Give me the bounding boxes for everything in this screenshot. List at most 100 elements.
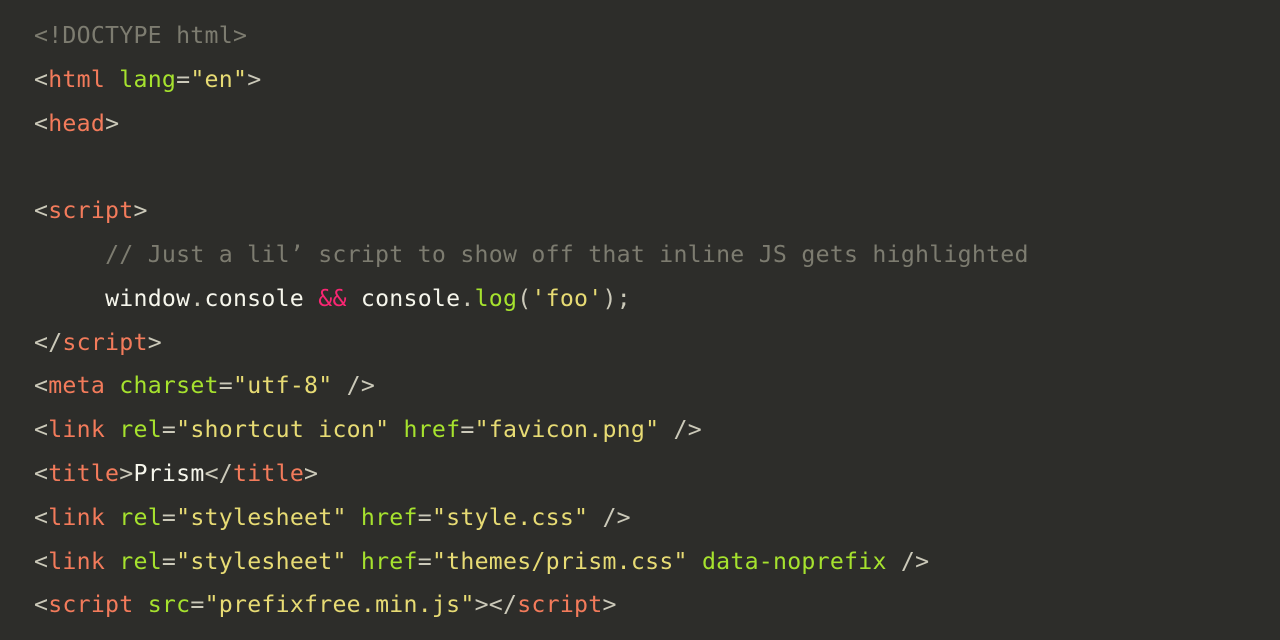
code-token: data-noprefix [702, 548, 887, 575]
code-token: window [105, 285, 190, 312]
code-line: window.console && console.log('foo'); [34, 285, 631, 312]
code-token: < [34, 416, 48, 443]
code-token: < [34, 66, 48, 93]
code-token: > [105, 110, 119, 137]
code-token: = [418, 548, 432, 575]
code-line: <script> [34, 197, 148, 224]
code-token: = [460, 416, 474, 443]
code-token: href [361, 504, 418, 531]
code-token: > [602, 591, 616, 618]
code-snippet: <!DOCTYPE html> <html lang="en"> <head> … [0, 0, 1280, 627]
code-token [105, 66, 119, 93]
code-token: /> [332, 372, 375, 399]
code-token [389, 416, 403, 443]
code-token: = [162, 416, 176, 443]
code-token: href [361, 548, 418, 575]
code-token: script [62, 329, 147, 356]
code-token [133, 591, 147, 618]
code-token: rel [119, 548, 162, 575]
code-token: = [418, 504, 432, 531]
code-token: // Just a lil’ script to show off that i… [105, 241, 1029, 268]
code-token [34, 285, 105, 312]
code-token: title [233, 460, 304, 487]
code-line: <html lang="en"> [34, 66, 261, 93]
code-token: head [48, 110, 105, 137]
code-token: > [247, 66, 261, 93]
code-token: = [176, 66, 190, 93]
code-token [105, 504, 119, 531]
code-token: /> [659, 416, 702, 443]
code-token: && [318, 285, 346, 312]
code-token: ></ [475, 591, 518, 618]
code-token: > [119, 460, 133, 487]
code-line: </script> [34, 329, 162, 356]
code-token: = [162, 548, 176, 575]
code-token: link [48, 548, 105, 575]
code-token: < [34, 372, 48, 399]
code-token [34, 241, 105, 268]
code-line: <head> [34, 110, 119, 137]
code-line: <link rel="shortcut icon" href="favicon.… [34, 416, 702, 443]
code-token [105, 372, 119, 399]
code-token: </ [205, 460, 233, 487]
code-token: > [133, 197, 147, 224]
code-token: rel [119, 504, 162, 531]
code-token [105, 548, 119, 575]
code-token: < [34, 591, 48, 618]
code-token: script [48, 197, 133, 224]
code-token: ( [517, 285, 531, 312]
code-token: "utf-8" [233, 372, 332, 399]
code-line: <title>Prism</title> [34, 460, 318, 487]
code-token [688, 548, 702, 575]
code-token: log [475, 285, 518, 312]
code-token: link [48, 504, 105, 531]
code-token: link [48, 416, 105, 443]
code-token: "stylesheet" [176, 548, 347, 575]
code-token [347, 504, 361, 531]
code-token: <!DOCTYPE html> [34, 22, 247, 49]
code-token: > [148, 329, 162, 356]
code-token: console [205, 285, 319, 312]
code-token: = [162, 504, 176, 531]
code-token: "prefixfree.min.js" [205, 591, 475, 618]
code-line: <!DOCTYPE html> [34, 22, 247, 49]
code-token: html [48, 66, 105, 93]
code-token: < [34, 110, 48, 137]
code-token: < [34, 504, 48, 531]
code-token: 'foo' [531, 285, 602, 312]
code-line: <meta charset="utf-8" /> [34, 372, 375, 399]
code-token: meta [48, 372, 105, 399]
code-token: < [34, 197, 48, 224]
code-token: /> [588, 504, 631, 531]
code-token: script [48, 591, 133, 618]
code-token: lang [119, 66, 176, 93]
code-token: "style.css" [432, 504, 588, 531]
code-token: </ [34, 329, 62, 356]
code-token: Prism [134, 460, 205, 487]
code-token: src [148, 591, 191, 618]
code-token: = [190, 591, 204, 618]
code-token: href [404, 416, 461, 443]
code-token: . [460, 285, 474, 312]
code-token: console [347, 285, 461, 312]
code-token: "favicon.png" [475, 416, 660, 443]
code-line: <link rel="stylesheet" href="themes/pris… [34, 548, 929, 575]
code-token: "en" [190, 66, 247, 93]
code-token: < [34, 548, 48, 575]
code-line: <link rel="stylesheet" href="style.css" … [34, 504, 631, 531]
code-token: rel [119, 416, 162, 443]
code-token: "shortcut icon" [176, 416, 389, 443]
code-token: script [517, 591, 602, 618]
code-token: "themes/prism.css" [432, 548, 688, 575]
code-token [105, 416, 119, 443]
code-token: < [34, 460, 48, 487]
code-token: > [304, 460, 318, 487]
code-line: <script src="prefixfree.min.js"></script… [34, 591, 617, 618]
code-token: = [219, 372, 233, 399]
code-token [347, 548, 361, 575]
code-token: . [190, 285, 204, 312]
code-token: "stylesheet" [176, 504, 347, 531]
code-token: title [48, 460, 119, 487]
code-token: /> [887, 548, 930, 575]
code-token: charset [119, 372, 218, 399]
